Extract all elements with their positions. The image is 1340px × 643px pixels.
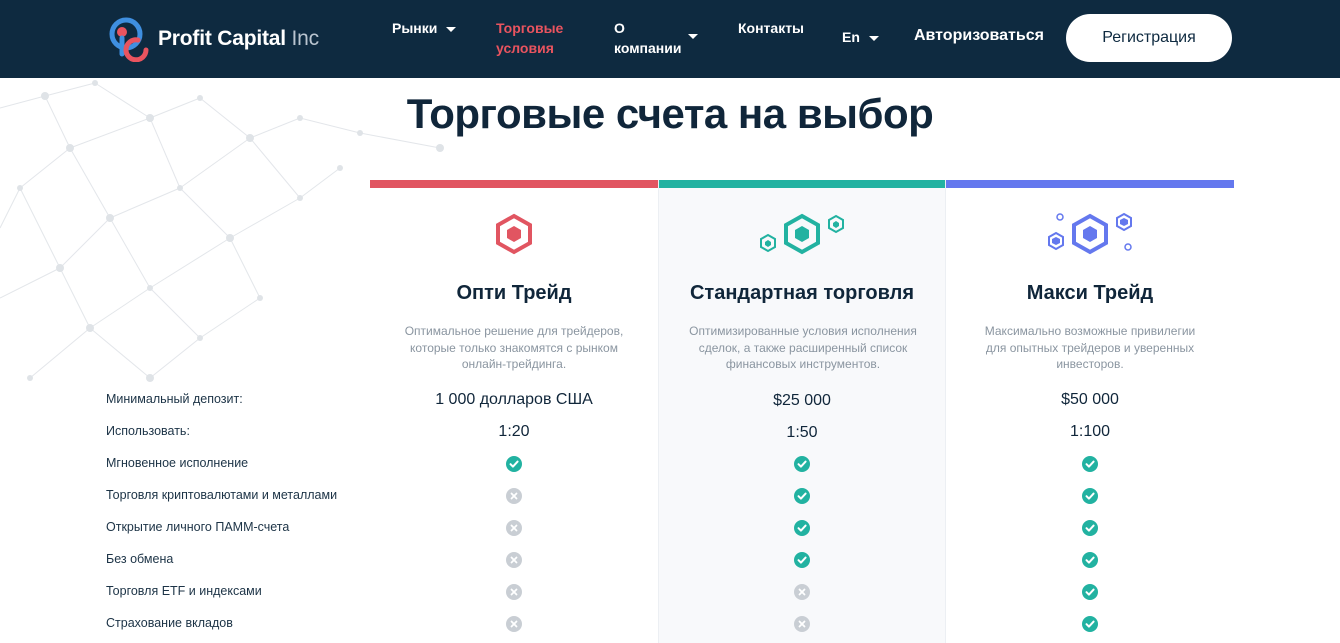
plan-color-bar — [370, 180, 658, 188]
language-label: En — [842, 29, 860, 45]
plan-name: Опти Трейд — [456, 282, 572, 304]
cross-icon — [506, 584, 522, 600]
plan-leverage: 1:20 — [498, 423, 530, 440]
nav-trading-conditions-line1: Торговые — [496, 20, 564, 36]
nav-trading-conditions-line2: условия — [496, 40, 554, 56]
plan-icon — [370, 204, 658, 264]
plan-icon — [946, 204, 1234, 264]
row-label-etf-indices: Торговля ETF и индексами — [106, 584, 262, 598]
check-icon — [1082, 488, 1098, 504]
register-button[interactable]: Регистрация — [1066, 14, 1232, 62]
plan-description: Оптимизированные условия исполнения сдел… — [689, 324, 917, 371]
language-selector[interactable]: En — [842, 27, 879, 47]
nav-markets-label: Рынки — [392, 20, 438, 36]
page-title: Торговые счета на выбор — [406, 90, 934, 137]
hexagons-icon — [760, 213, 844, 255]
row-label-instant-execution: Мгновенное исполнение — [106, 456, 249, 470]
check-icon — [1082, 584, 1098, 600]
plan-name: Стандартная торговля — [689, 282, 915, 304]
cross-icon — [506, 520, 522, 536]
nav-about-line2: компании — [614, 40, 682, 56]
plan-min-deposit: $50 000 — [1061, 391, 1119, 408]
row-label-leverage: Использовать: — [106, 424, 190, 438]
check-icon — [1082, 520, 1098, 536]
plan-color-bar — [659, 180, 945, 188]
row-label-deposit-insurance: Страхование вкладов — [106, 616, 233, 630]
site-header: Profit Capital Inc Рынки Торговые услови… — [0, 0, 1340, 78]
brand-name: Profit Capital Inc — [158, 27, 319, 50]
nav-trading-conditions[interactable]: Торговые условия — [496, 18, 563, 58]
login-link[interactable]: Авторизоваться — [914, 27, 1044, 45]
plan-leverage: 1:100 — [1069, 423, 1111, 440]
row-label-crypto-metals: Торговля криптовалютами и металлами — [106, 488, 338, 502]
plan-description: Максимально возможные привилегии для опы… — [984, 324, 1196, 371]
hexagons-icon — [1048, 212, 1132, 255]
logo-icon — [109, 17, 149, 62]
hexagon-icon — [496, 213, 532, 255]
brand-logo[interactable]: Profit Capital Inc — [108, 16, 319, 62]
chevron-down-icon — [688, 34, 698, 39]
check-icon — [1082, 552, 1098, 568]
nav-about[interactable]: О компании — [614, 18, 704, 58]
cross-icon — [794, 616, 810, 632]
cross-icon — [794, 584, 810, 600]
plan-card-maxi: Макси Трейд Максимально возможные привил… — [946, 180, 1234, 643]
check-icon — [794, 552, 810, 568]
nav-contacts[interactable]: Контакты — [738, 18, 804, 38]
nav-contacts-label: Контакты — [738, 20, 805, 36]
plan-min-deposit: 1 000 долларов США — [435, 391, 593, 408]
plan-color-bar — [946, 180, 1234, 188]
cross-icon — [506, 488, 522, 504]
check-icon — [794, 456, 810, 472]
plan-min-deposit: $25 000 — [773, 392, 831, 409]
plan-icon — [659, 204, 945, 264]
cross-icon — [506, 552, 522, 568]
row-label-min-deposit: Минимальный депозит: — [106, 392, 243, 406]
chevron-down-icon — [868, 35, 879, 41]
nav-markets[interactable]: Рынки — [392, 18, 457, 38]
check-icon — [1082, 456, 1098, 472]
check-icon — [1082, 616, 1098, 632]
plan-leverage: 1:50 — [786, 424, 818, 441]
check-icon — [794, 488, 810, 504]
cross-icon — [506, 616, 522, 632]
plan-name: Макси Трейд — [1026, 282, 1154, 304]
check-icon — [506, 456, 522, 472]
plan-card-standard: Стандартная торговля Оптимизированные ус… — [658, 180, 946, 643]
row-label-swap-free: Без обмена — [106, 552, 174, 566]
chevron-down-icon — [446, 26, 457, 32]
check-icon — [794, 520, 810, 536]
row-label-pamm: Открытие личного ПАММ-счета — [106, 520, 290, 534]
plan-description: Оптимальное решение для трейдеров, котор… — [404, 324, 624, 371]
plan-card-opti: Опти Трейд Оптимальное решение для трейд… — [370, 180, 658, 643]
